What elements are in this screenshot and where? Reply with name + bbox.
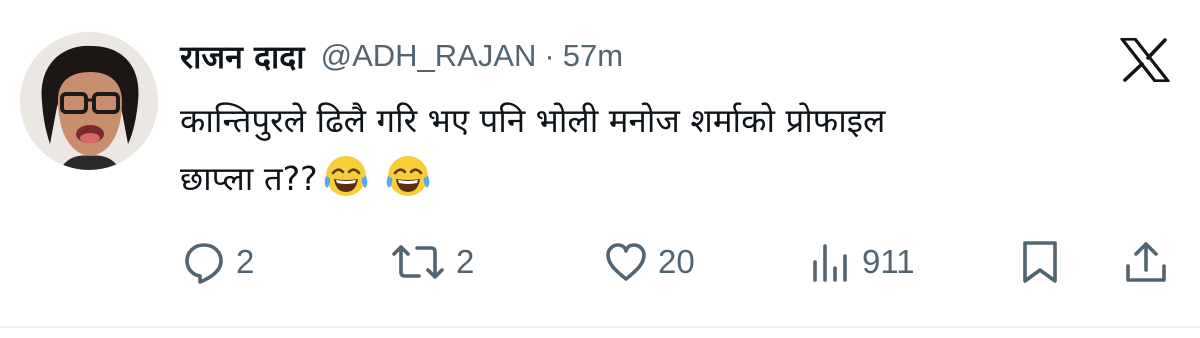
retweet-button[interactable]: 2 — [388, 232, 474, 292]
heart-icon — [606, 243, 646, 281]
retweet-count: 2 — [456, 243, 475, 280]
avatar[interactable] — [20, 32, 158, 170]
reply-count: 2 — [236, 243, 255, 280]
tweet-text: कान्तिपुरले ढिलै गरि भए पनि भोली मनोज शर… — [180, 92, 1140, 208]
share-icon — [1126, 242, 1166, 282]
tweet-text-line-2: छाप्ला त?? — [180, 150, 1140, 208]
tweet-card[interactable]: राजन दादा @ADH_RAJAN · 57m कान्तिपुरले ढ… — [0, 0, 1200, 338]
tweet-text-line-2-text: छाप्ला त?? — [180, 159, 318, 198]
face-with-tears-of-joy-icon — [322, 152, 370, 200]
like-button[interactable]: 20 — [602, 232, 695, 292]
retweet-icon — [392, 245, 444, 279]
divider — [0, 326, 1200, 328]
reply-button[interactable]: 2 — [180, 232, 254, 292]
views-chart-icon — [813, 244, 847, 282]
views-count: 911 — [862, 243, 915, 280]
views-button[interactable]: 911 — [806, 232, 915, 292]
share-button[interactable] — [1122, 232, 1170, 292]
x-logo-icon[interactable] — [1120, 37, 1170, 83]
avatar-photo — [20, 32, 158, 170]
user-handle[interactable]: @ADH_RAJAN — [321, 38, 537, 74]
action-bar: 2 2 20 911 — [0, 232, 1200, 292]
display-name[interactable]: राजन दादा — [180, 35, 305, 78]
separator-dot: · — [544, 38, 555, 73]
face-with-tears-of-joy-icon — [384, 152, 432, 200]
bookmark-button[interactable] — [1016, 232, 1064, 292]
reply-icon — [185, 243, 223, 284]
bookmark-icon — [1023, 241, 1057, 283]
like-count: 20 — [658, 243, 695, 280]
tweet-header: राजन दादा @ADH_RAJAN · 57m — [180, 34, 623, 78]
timestamp[interactable]: 57m — [563, 38, 623, 74]
tweet-text-line-1: कान्तिपुरले ढिलै गरि भए पनि भोली मनोज शर… — [180, 101, 886, 140]
